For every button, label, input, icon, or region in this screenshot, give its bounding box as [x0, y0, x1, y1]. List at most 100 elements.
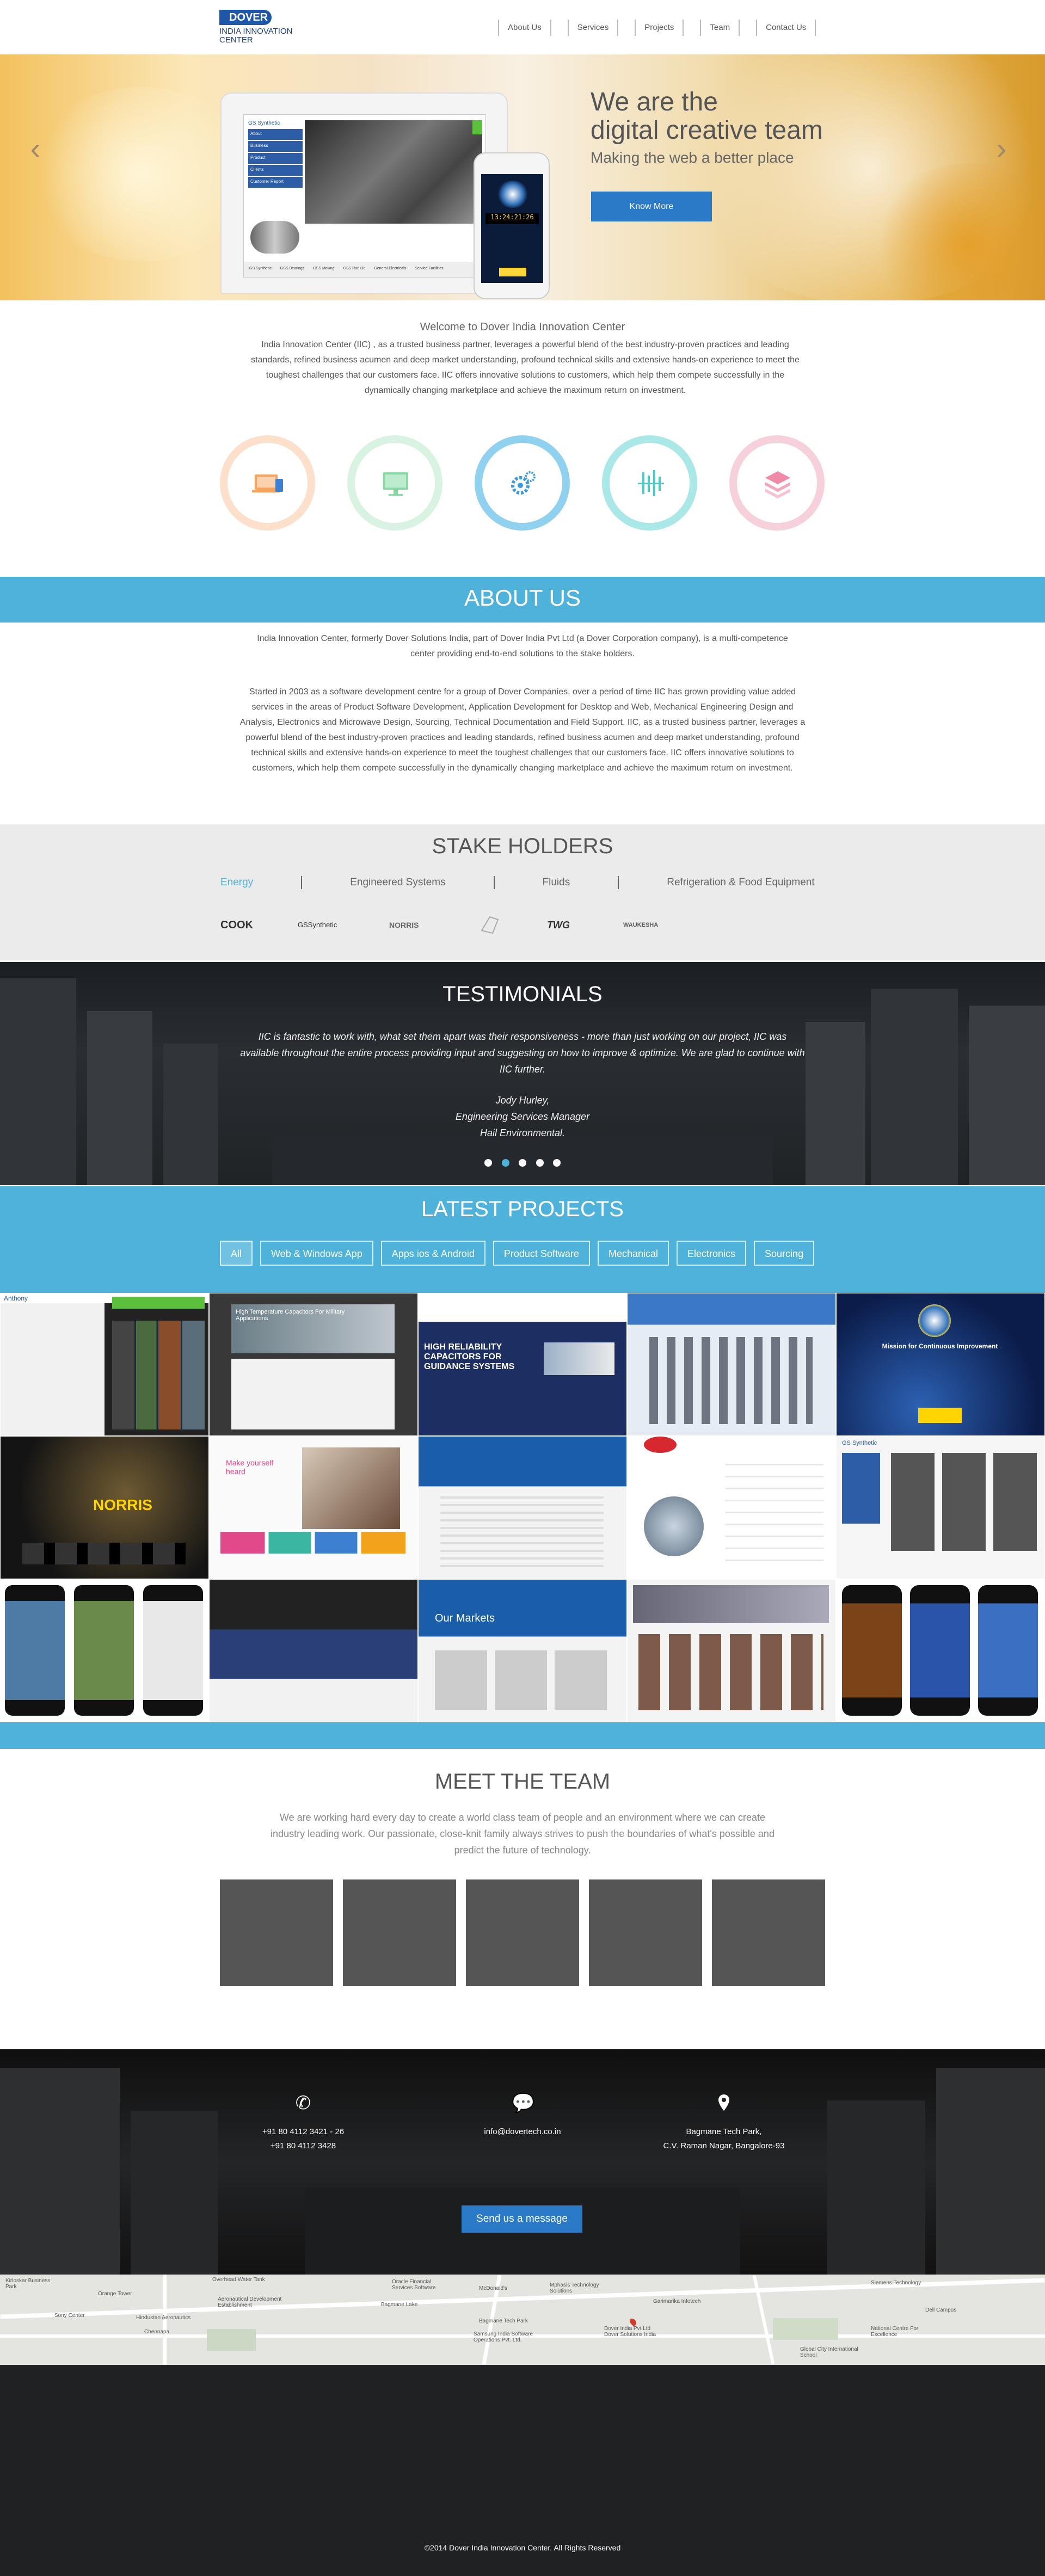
contact-phones: +91 80 4112 3421 - 26 +91 80 4112 3428 [262, 2127, 345, 2150]
filter-electronics[interactable]: Electronics [677, 1241, 747, 1266]
mockup-clock: 13:24:21:26 [485, 213, 539, 224]
main-nav: About Us Services Projects Team Contact … [498, 20, 832, 36]
project-tile[interactable]: HIGH RELIABILITY CAPACITORS FOR GUIDANCE… [418, 1293, 627, 1436]
project-tile[interactable] [836, 1579, 1045, 1722]
project-tile[interactable] [627, 1293, 836, 1436]
team-member-photo[interactable] [466, 1879, 579, 1986]
about-intro: India Innovation Center, formerly Dover … [257, 634, 788, 658]
filter-web-windows[interactable]: Web & Windows App [260, 1241, 373, 1266]
filter-apps[interactable]: Apps ios & Android [380, 1241, 485, 1266]
layers-icon[interactable] [729, 435, 825, 531]
logo-mark: DOVER [219, 10, 272, 25]
tab-fluids[interactable]: Fluids [543, 874, 570, 891]
pager-dot[interactable] [519, 1159, 526, 1167]
pager-dot[interactable] [553, 1159, 561, 1167]
laptop-screen: GS Synthetic About Business Product Clie… [243, 114, 487, 278]
contact-email[interactable]: info@dovertech.co.in [441, 2125, 604, 2139]
circuit-icon[interactable] [602, 435, 697, 531]
dover-logo[interactable]: DOVER INDIA INNOVATION CENTER [219, 10, 306, 48]
cook-logo[interactable]: COOK [220, 914, 253, 936]
pager-dot[interactable] [484, 1159, 492, 1167]
pager-dot-active[interactable] [501, 1159, 509, 1167]
about-title: ABOUT US [464, 585, 581, 611]
project-filters: All Web & Windows App Apps ios & Android… [220, 1241, 822, 1266]
laptop-icon[interactable] [220, 435, 315, 531]
project-tile[interactable]: Anthony [0, 1293, 209, 1436]
team-member-photo[interactable] [220, 1879, 333, 1986]
monitor-icon[interactable] [347, 435, 442, 531]
nav-services[interactable]: Services [567, 20, 619, 36]
welcome-text: India Innovation Center (IIC) , as a tru… [251, 340, 800, 395]
nav-about-us[interactable]: About Us [498, 20, 551, 36]
laptop-mockup: GS Synthetic About Business Product Clie… [220, 93, 508, 294]
know-more-button[interactable]: Know More [591, 192, 712, 221]
team-text: We are working hard every day to create … [271, 1812, 774, 1856]
testimonial-author: Jody Hurley, Engineering Services Manage… [455, 1095, 590, 1138]
project-tile[interactable] [627, 1579, 836, 1722]
hero-subtitle: Making the web a better place [591, 149, 794, 166]
project-tile[interactable]: Make yourself heard [209, 1436, 418, 1579]
project-tile[interactable]: High Temperature Capacitors For Military… [209, 1293, 418, 1436]
team-member-photo[interactable] [343, 1879, 456, 1986]
project-tile[interactable]: GS Synthetic [836, 1436, 1045, 1579]
filter-product-software[interactable]: Product Software [493, 1241, 590, 1266]
project-tile[interactable] [418, 1436, 627, 1579]
project-tile[interactable] [627, 1436, 836, 1579]
mockup-tabbar: GS Synthetic GSS Bearings GSS Moving GSS… [244, 262, 487, 277]
testimonial-quote: IIC is fantastic to work with, what set … [240, 1031, 805, 1075]
contact-address: Bagmane Tech Park, C.V. Raman Nagar, Ban… [663, 2127, 785, 2150]
nav-team[interactable]: Team [700, 20, 740, 36]
twg-logo[interactable]: TWG [547, 914, 570, 936]
about-history: Started in 2003 as a software developmen… [239, 687, 806, 773]
waukesha-logo[interactable]: WAUKESHA [623, 914, 658, 936]
nav-projects[interactable]: Projects [635, 20, 684, 36]
hero-title: We are the digital creative team [591, 88, 823, 145]
norris-logo[interactable]: NORRIS [389, 914, 419, 936]
gssynthetic-logo[interactable]: GSSynthetic [298, 914, 337, 936]
chevron-left-icon[interactable]: ‹ [24, 133, 46, 164]
location-pin-icon [713, 2092, 735, 2114]
team-members [220, 1879, 825, 1986]
mockup-product-image [250, 221, 299, 254]
project-tile[interactable]: Our Markets [418, 1579, 627, 1722]
phone-mockup: 13:24:21:26 [474, 152, 550, 299]
service-icons [220, 435, 825, 533]
project-tile[interactable] [209, 1579, 418, 1722]
mockup-sidebar: GS Synthetic About Business Product Clie… [248, 120, 303, 213]
contact-section [0, 2049, 1045, 2275]
phone-icon: ✆ [295, 2093, 311, 2113]
site-header: DOVER INDIA INNOVATION CENTER About Us S… [0, 0, 1045, 54]
team-member-photo[interactable] [589, 1879, 702, 1986]
chat-icon: 💬 [512, 2093, 535, 2113]
stakeholders-title: STAKE HOLDERS [432, 834, 613, 858]
logo-text: INDIA INNOVATION CENTER [219, 27, 293, 45]
tab-refrigeration[interactable]: Refrigeration & Food Equipment [667, 874, 814, 891]
map-marker-icon[interactable] [628, 2317, 638, 2327]
chevron-right-icon[interactable]: › [991, 133, 1012, 164]
gear-icon[interactable] [475, 435, 570, 531]
copyright-text: ©2014 Dover India Innovation Center. All… [424, 2543, 621, 2552]
nav-contact-us[interactable]: Contact Us [756, 20, 816, 36]
project-tile[interactable] [0, 1579, 209, 1722]
location-map[interactable]: Kirloskar Business Park Orange Tower Ove… [0, 2275, 1045, 2365]
filter-sourcing[interactable]: Sourcing [754, 1241, 815, 1266]
pager-dot[interactable] [536, 1159, 544, 1167]
hexagon-logo-icon[interactable] [476, 914, 503, 936]
team-member-photo[interactable] [712, 1879, 825, 1986]
tab-engineered-systems[interactable]: Engineered Systems [350, 874, 445, 891]
team-title: MEET THE TEAM [434, 1770, 611, 1794]
stakeholder-tabs: Energy Engineered Systems Fluids Refrige… [220, 874, 826, 891]
mockup-photo [305, 120, 482, 224]
mockup-badge [496, 181, 529, 208]
project-tile[interactable]: NORRIS [0, 1436, 209, 1579]
project-tile[interactable]: Mission for Continuous Improvement [836, 1293, 1045, 1436]
projects-title: LATEST PROJECTS [421, 1197, 624, 1221]
filter-all[interactable]: All [220, 1241, 253, 1266]
stakeholder-logos: COOK GSSynthetic NORRIS TWG WAUKESHA [220, 914, 678, 936]
tab-energy[interactable]: Energy [220, 874, 253, 891]
filter-mechanical[interactable]: Mechanical [597, 1241, 669, 1266]
project-grid: Anthony High Temperature Capacitors For … [0, 1293, 1045, 1723]
testimonials-title: TESTIMONIALS [442, 982, 603, 1006]
send-message-button[interactable]: Send us a message [462, 2205, 582, 2233]
welcome-title: Welcome to Dover India Innovation Center [420, 321, 625, 333]
